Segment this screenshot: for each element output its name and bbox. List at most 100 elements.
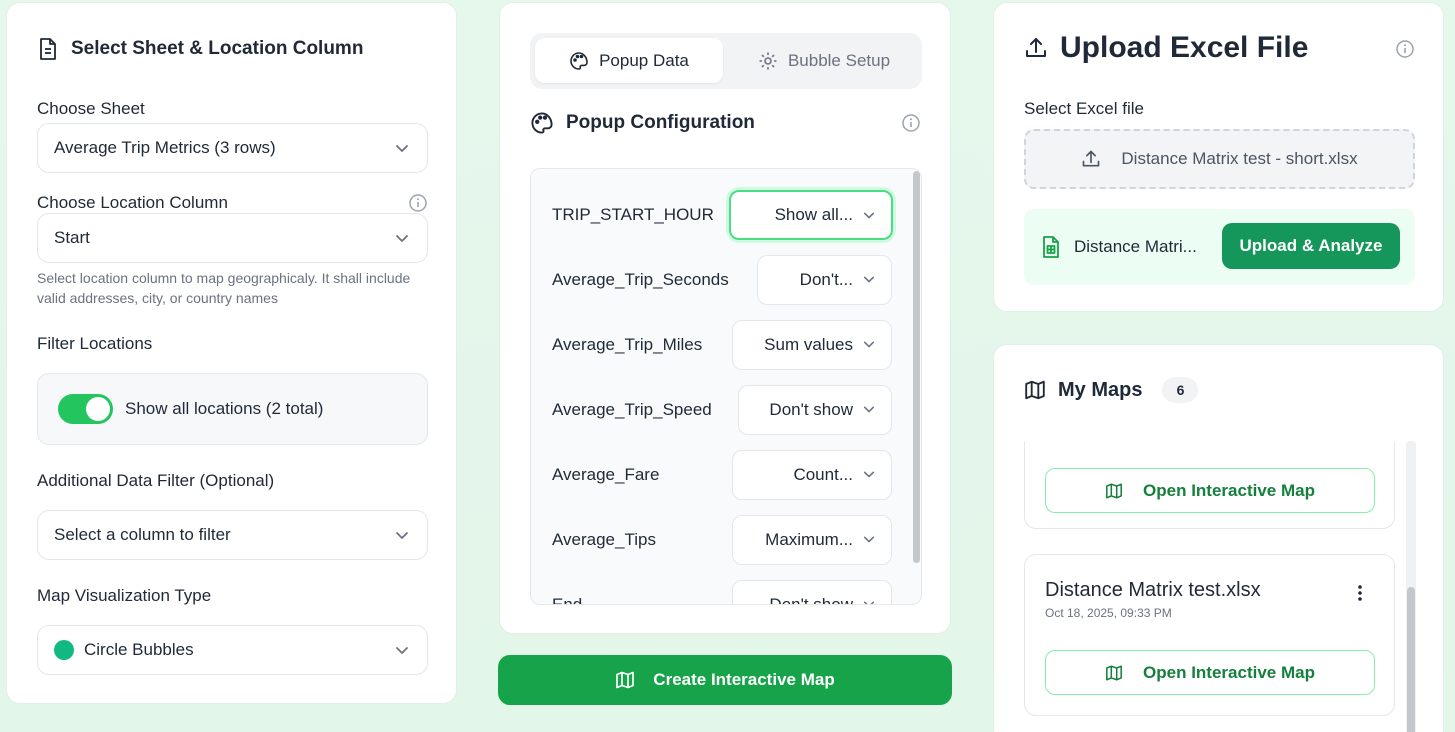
popup-row-name: Average_Tips [552, 530, 656, 549]
sheet-location-heading: Select Sheet & Location Column [37, 37, 363, 61]
location-help-text: Select location column to map geographic… [37, 270, 411, 306]
upload-title: Upload Excel File [1060, 31, 1309, 64]
sheet-select[interactable]: Average Trip Metrics (3 rows) [37, 123, 428, 173]
select-excel-label: Select Excel file [1024, 99, 1144, 118]
map-icon [1024, 379, 1046, 401]
my-maps-card: My Maps 6 Open Interactive Map Distance … [993, 344, 1444, 732]
popup-row-value: Sum values [764, 335, 853, 354]
tab-popup-data[interactable]: Popup Data [535, 38, 723, 83]
chevron-down-icon [863, 468, 875, 480]
popup-row-name: End [552, 595, 583, 605]
map-list-item: Distance Matrix test.xlsx Oct 18, 2025, … [1024, 554, 1395, 716]
open-map-label: Open Interactive Map [1143, 480, 1315, 500]
choose-sheet-label: Choose Sheet [37, 99, 145, 118]
upload-icon [1024, 36, 1048, 60]
popup-row-select[interactable]: Maximum... [732, 515, 892, 565]
upload-card: Upload Excel File Select Excel file Dist… [993, 2, 1444, 312]
upload-analyze-button[interactable]: Upload & Analyze [1222, 223, 1400, 269]
palette-icon [530, 111, 554, 135]
tab-popup-data-label: Popup Data [599, 50, 689, 70]
map-date: Oct 18, 2025, 09:33 PM [1045, 606, 1172, 620]
filter-locations-panel: Show all locations (2 total) [37, 373, 428, 445]
popup-row-select[interactable]: Show all... [729, 190, 893, 240]
popup-row-value: Show all... [774, 205, 853, 224]
scrollbar-thumb[interactable] [913, 171, 920, 563]
popup-row-select[interactable]: Don't... [757, 255, 892, 305]
selected-file-name: Distance Matri... [1074, 237, 1197, 256]
popup-row: Average_Fare Count... [552, 450, 892, 500]
toggle-knob [86, 397, 110, 421]
circle-bubble-icon [54, 640, 74, 660]
choose-location-label: Choose Location Column [37, 193, 228, 212]
additional-filter-placeholder: Select a column to filter [54, 525, 231, 544]
maps-count-badge: 6 [1162, 377, 1199, 403]
upload-heading: Upload Excel File [1024, 31, 1308, 65]
popup-row-select[interactable]: Count... [732, 450, 892, 500]
map-file-name: Distance Matrix test.xlsx [1045, 579, 1261, 601]
popup-row: End Don't show [552, 580, 892, 605]
chevron-down-icon [863, 533, 875, 545]
more-options-icon[interactable] [1358, 585, 1362, 601]
chevron-down-icon [395, 643, 409, 657]
chevron-down-icon [863, 598, 875, 604]
my-maps-title: My Maps [1058, 378, 1143, 401]
show-all-locations-toggle[interactable] [58, 394, 113, 424]
popup-row-name: Average_Trip_Miles [552, 335, 703, 354]
filter-locations-label: Filter Locations [37, 334, 153, 353]
palette-icon [569, 51, 589, 71]
viz-type-select[interactable]: Circle Bubbles [37, 625, 428, 675]
sheet-location-card: Select Sheet & Location Column Choose Sh… [6, 2, 457, 704]
popup-row-value: Don't show [769, 595, 853, 605]
popup-row-select[interactable]: Sum values [732, 320, 892, 370]
location-column-select[interactable]: Start [37, 213, 428, 263]
chevron-down-icon [863, 273, 875, 285]
popup-row: Average_Trip_Miles Sum values [552, 320, 892, 370]
popup-list-scrollbar[interactable] [911, 169, 921, 604]
file-dropzone[interactable]: Distance Matrix test - short.xlsx [1024, 129, 1415, 189]
popup-row-select[interactable]: Don't show [738, 385, 892, 435]
popup-row-select[interactable]: Don't show [732, 580, 892, 605]
info-icon[interactable] [1395, 39, 1415, 59]
tab-bubble-setup[interactable]: Bubble Setup [730, 38, 918, 83]
chevron-down-icon [395, 141, 409, 155]
spreadsheet-icon [1040, 235, 1062, 259]
gear-icon [758, 51, 778, 71]
popup-config-list: TRIP_START_HOUR Show all... Average_Trip… [530, 168, 922, 605]
document-icon [37, 37, 59, 61]
map-icon [615, 670, 635, 690]
scrollbar-thumb[interactable] [1407, 587, 1415, 732]
open-interactive-map-button[interactable]: Open Interactive Map [1045, 650, 1375, 695]
tab-bubble-setup-label: Bubble Setup [787, 50, 891, 70]
popup-config-title: Popup Configuration [566, 112, 755, 133]
popup-row: TRIP_START_HOUR Show all... [552, 190, 893, 240]
popup-row-name: Average_Trip_Speed [552, 400, 712, 419]
map-list-item: Open Interactive Map [1024, 441, 1395, 529]
popup-row: Average_Trip_Speed Don't show [552, 385, 892, 435]
chevron-down-icon [395, 528, 409, 542]
dropzone-filename: Distance Matrix test - short.xlsx [1121, 149, 1358, 168]
chevron-down-icon [395, 231, 409, 245]
chevron-down-icon [863, 403, 875, 415]
info-icon[interactable] [408, 193, 428, 213]
viz-type-value: Circle Bubbles [84, 640, 194, 659]
maps-list: Open Interactive Map Distance Matrix tes… [994, 441, 1445, 732]
sheet-select-value: Average Trip Metrics (3 rows) [54, 138, 276, 157]
create-interactive-map-button[interactable]: Create Interactive Map [498, 655, 952, 705]
popup-row-value: Don't... [799, 270, 853, 289]
upload-icon [1081, 149, 1101, 169]
popup-config-card: Popup Data Bubble Setup Popup Configurat… [499, 2, 951, 634]
info-icon[interactable] [901, 113, 921, 133]
popup-row-value: Maximum... [765, 530, 853, 549]
popup-row-name: Average_Trip_Seconds [552, 270, 729, 289]
viz-type-label: Map Visualization Type [37, 586, 212, 605]
create-map-label: Create Interactive Map [653, 670, 835, 689]
chevron-down-icon [863, 338, 875, 350]
popup-row-value: Count... [793, 465, 853, 484]
additional-filter-select[interactable]: Select a column to filter [37, 510, 428, 560]
additional-filter-label: Additional Data Filter (Optional) [37, 471, 275, 490]
popup-row: Average_Trip_Seconds Don't... [552, 255, 892, 305]
my-maps-heading: My Maps 6 [1024, 377, 1199, 403]
sheet-location-title: Select Sheet & Location Column [71, 38, 364, 59]
open-interactive-map-button[interactable]: Open Interactive Map [1045, 468, 1375, 513]
map-icon [1105, 664, 1123, 682]
